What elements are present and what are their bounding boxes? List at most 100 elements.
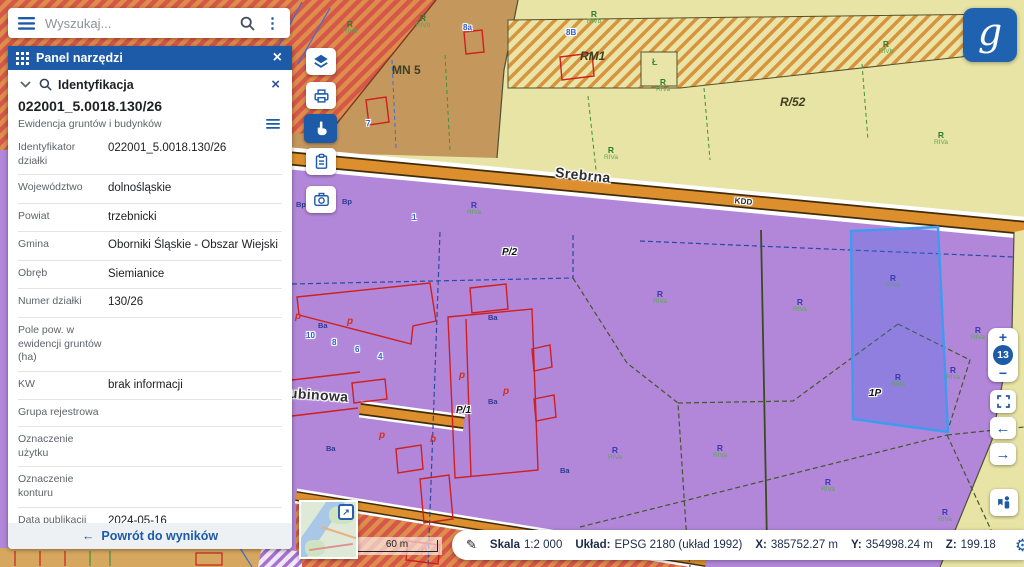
previous-view-button[interactable]: ← — [990, 417, 1016, 439]
soil-label: RRIVa — [604, 146, 618, 162]
identify-section-header: Identyfikacja × — [8, 70, 292, 96]
road-class-label: KDD — [734, 197, 753, 207]
result-source-label: Ewidencja gruntów i budynków — [18, 118, 264, 130]
next-view-button[interactable]: → — [990, 443, 1016, 465]
logo-letter: g — [978, 17, 1002, 47]
landuse-label: Ba — [488, 398, 498, 406]
arrow-right-icon: → — [996, 447, 1011, 462]
section-title: Identyfikacja — [58, 78, 263, 92]
table-row: Numer działki130/26 — [18, 289, 282, 318]
zoom-out-button[interactable]: − — [999, 366, 1007, 380]
landuse-label: Ba — [488, 314, 498, 322]
street-view-pegman-icon — [996, 495, 1012, 510]
soil-label: RRIVa — [886, 274, 900, 290]
table-row: GminaOborniki Śląskie - Obszar Wiejski — [18, 232, 282, 261]
menu-lines-icon — [266, 119, 280, 129]
back-arrow-icon: ← — [82, 529, 95, 543]
geoportal-logo[interactable]: g — [963, 8, 1017, 62]
gear-icon: ⚙ — [1015, 536, 1024, 555]
scale-readout: Skala1:2 000 — [490, 539, 562, 551]
panel-close-button[interactable]: × — [271, 50, 284, 66]
x-coordinate-readout: X:385752.27 m — [755, 539, 838, 551]
crs-readout: Układ:EPSG 2180 (układ 1992) — [575, 539, 742, 551]
zoom-in-button[interactable]: + — [999, 330, 1007, 344]
street-view-button[interactable] — [990, 489, 1018, 516]
table-row: Grupa rejestrowa — [18, 400, 282, 427]
soil-label: RRIVb — [587, 10, 601, 26]
apps-grid-icon — [16, 52, 29, 65]
building-label: p — [347, 317, 353, 327]
zone-label: MN 5 — [392, 64, 421, 76]
address-label: 7 — [366, 120, 370, 128]
soil-label: RRIVa — [653, 290, 667, 306]
printer-icon — [313, 88, 330, 104]
zoom-level-badge: 13 — [993, 345, 1013, 365]
result-source-row: Ewidencja gruntów i budynków — [8, 114, 292, 135]
zone-label: P/1 — [456, 406, 471, 416]
back-to-results-button[interactable]: ← Powrót do wyników — [8, 523, 292, 549]
soil-label: RRIVa — [467, 201, 481, 217]
z-coordinate-readout: Z:199.18 — [946, 539, 996, 551]
identify-tool-button[interactable] — [304, 114, 337, 143]
soil-label: RRIVa — [971, 326, 985, 342]
landuse-label: Bp — [296, 201, 306, 209]
result-menu-button[interactable] — [264, 117, 282, 131]
section-close-button[interactable]: × — [269, 77, 282, 92]
address-label: 1 — [412, 214, 416, 222]
more-options-button[interactable]: ⋮ — [263, 14, 282, 33]
search-input[interactable] — [43, 15, 232, 32]
soil-label: RRIVa — [946, 366, 960, 382]
settings-button[interactable]: ⚙ — [1009, 536, 1024, 555]
app-window: MN 5 RM1 R/52 Srebrna KDD Rubinowa P/2 P… — [0, 0, 1024, 567]
address-label: 8B — [566, 29, 576, 37]
landuse-label: Ba — [560, 467, 570, 475]
fullscreen-button[interactable] — [990, 390, 1016, 413]
close-icon: × — [273, 49, 282, 66]
building-label: p — [459, 371, 465, 381]
building-label: p — [379, 431, 385, 441]
scalebar-label: 60 m — [352, 539, 442, 550]
collapse-section-button[interactable] — [18, 79, 33, 90]
chevron-down-icon — [20, 81, 31, 88]
landuse-label: Bp — [342, 198, 352, 206]
minimap-expand-button[interactable]: ↗ — [338, 504, 354, 520]
soil-label: RRIVa — [713, 444, 727, 460]
address-label: 10 — [306, 332, 315, 340]
soil-label: RRIVa — [608, 446, 622, 462]
table-row: Data publikacji danych2024-05-16 — [18, 508, 282, 524]
clipboard-button[interactable] — [306, 148, 336, 175]
attribute-table: Identyfikator działki022001_5.0018.130/2… — [8, 135, 292, 523]
search-bar: ⋮ — [8, 8, 290, 38]
overview-minimap[interactable]: ↗ — [299, 500, 358, 559]
touch-pointer-icon — [313, 120, 329, 137]
table-row: Powiattrzebnicki — [18, 204, 282, 233]
parcel-label: 1P — [869, 389, 881, 399]
soil-label: RRIVa — [821, 478, 835, 494]
print-button[interactable] — [306, 82, 336, 109]
search-button[interactable] — [238, 14, 257, 33]
status-bar: ✎ Skala1:2 000 Układ:EPSG 2180 (układ 19… — [452, 530, 1024, 560]
hamburger-icon — [18, 17, 35, 30]
menu-button[interactable] — [16, 15, 37, 32]
landuse-label: Ba — [318, 322, 328, 330]
pencil-icon: ✎ — [466, 537, 477, 553]
soil-label: RRIVb — [343, 20, 357, 36]
soil-label: RRIVa — [934, 131, 948, 147]
table-row: ObrębSiemianice — [18, 261, 282, 290]
layers-icon — [312, 53, 330, 70]
table-row: Identyfikator działki022001_5.0018.130/2… — [18, 135, 282, 175]
landuse-label: Ł — [652, 58, 658, 67]
landuse-label: Ba — [326, 445, 336, 453]
arrow-left-icon: ← — [996, 421, 1011, 436]
camera-button[interactable] — [306, 186, 336, 213]
zone-label: R/52 — [780, 96, 805, 108]
plus-icon: + — [999, 329, 1007, 345]
selected-parcel — [851, 227, 948, 432]
address-label: 4 — [378, 353, 382, 361]
fullscreen-icon — [997, 395, 1010, 408]
layers-button[interactable] — [306, 48, 336, 75]
address-label: 6 — [355, 346, 359, 354]
address-label: 8 — [332, 339, 336, 347]
panel-header: Panel narzędzi × — [8, 46, 292, 70]
soil-label: RRIVa — [891, 373, 905, 389]
